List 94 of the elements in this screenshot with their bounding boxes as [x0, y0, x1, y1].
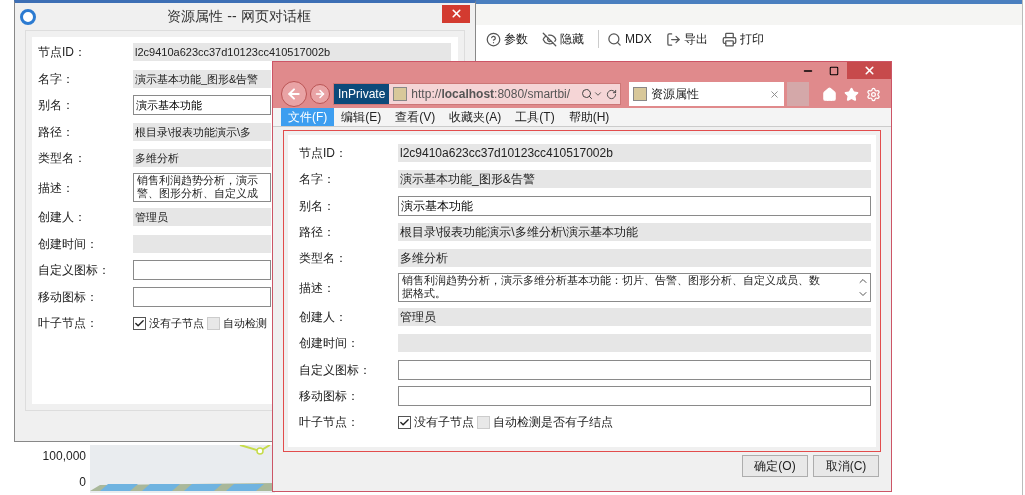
readonly-field: 管理员	[398, 307, 871, 326]
search-icon	[607, 31, 622, 47]
favorites-icon[interactable]	[844, 86, 859, 102]
field-label: 创建时间：	[299, 335, 360, 353]
tab-title: 资源属性	[651, 86, 700, 103]
toolbar-button[interactable]: 导出	[665, 30, 708, 48]
window-title: 资源属性 -- 网页对话框	[166, 7, 312, 26]
checkbox-label: 没有子节点	[414, 414, 474, 432]
readonly-field: 演示基本功能_图形&告警	[398, 170, 871, 189]
browser-tab[interactable]: 资源属性	[629, 82, 784, 106]
hide-icon	[542, 31, 557, 47]
checkbox-label: 没有子节点	[149, 316, 204, 331]
readonly-field: 演示基本功能_图形&告警	[133, 69, 271, 88]
description-line: 销售利润趋势分析，演示	[137, 174, 259, 188]
checkbox[interactable]	[398, 415, 411, 429]
field-label: 类型名：	[38, 150, 87, 168]
address-bar[interactable]: InPrivate http://localhost:8080/smartbi/	[333, 83, 621, 105]
description-field[interactable]: 销售利润趋势分析，演示多维分析基本功能：切片、告警、图形分析、自定义成员、数 据格式。	[398, 273, 871, 303]
input-field[interactable]	[398, 385, 871, 406]
maximize-icon	[829, 65, 839, 76]
home-icon[interactable]	[822, 86, 837, 102]
readonly-field: 根目录\报表功能演示\多	[133, 122, 271, 141]
field-label: 别名：	[299, 197, 336, 215]
url-text: http://localhost:8080/smartbi/	[411, 86, 572, 103]
search-icon[interactable]	[581, 88, 593, 100]
menu-item[interactable]: 帮助(H)	[561, 108, 617, 126]
field-label: 自定义图标：	[38, 262, 111, 280]
toolbar-button[interactable]: 参数	[486, 30, 528, 48]
checkbox[interactable]	[133, 316, 146, 330]
axis-label: 100,000	[42, 448, 86, 465]
field-label: 自定义图标：	[299, 361, 372, 379]
readonly-field: 管理员	[133, 208, 271, 227]
dialog-button[interactable]: 取消(C)	[813, 455, 879, 477]
readonly-field: l2c9410a623cc37d10123cc410517002b	[133, 43, 451, 62]
description-line: 警、图形分析、自定义成	[137, 187, 259, 201]
dropdown-icon[interactable]	[593, 89, 603, 99]
forward-arrow-icon	[314, 88, 326, 100]
close-tab-icon[interactable]	[769, 88, 780, 100]
close-icon	[862, 64, 876, 77]
field-label: 叶子节点：	[299, 414, 360, 432]
page-icon	[393, 87, 408, 101]
field-label: 节点ID：	[299, 145, 348, 163]
description-line: 销售利润趋势分析，演示多维分析基本功能：切片、告警、图形分析、自定义成员、数	[402, 274, 821, 288]
close-button[interactable]	[847, 62, 891, 79]
close-button[interactable]	[442, 4, 470, 23]
field-label: 移动图标：	[38, 288, 99, 306]
menu-item[interactable]: 工具(T)	[508, 108, 562, 126]
input-field[interactable]	[133, 286, 271, 307]
readonly-field: l2c9410a623cc37d10123cc410517002b	[398, 144, 871, 163]
field-label: 描述：	[38, 179, 75, 197]
menu-item[interactable]: 编辑(E)	[334, 108, 389, 126]
export-icon	[665, 31, 681, 47]
readonly-field: 根目录\报表功能演示\多维分析\演示基本功能	[398, 223, 871, 242]
field-label: 类型名：	[299, 250, 348, 268]
field-label: 移动图标：	[299, 387, 360, 405]
field-label: 路径：	[299, 224, 336, 242]
inprivate-badge: InPrivate	[334, 84, 390, 104]
axis-label: 0	[79, 474, 86, 491]
toolbar-button[interactable]: MDX	[598, 30, 652, 48]
dialog-button[interactable]: 确定(O)	[742, 455, 808, 477]
input-field[interactable]: 演示基本功能	[398, 195, 871, 216]
field-label: 创建时间：	[38, 235, 99, 253]
description-field[interactable]: 销售利润趋势分析，演示 警、图形分析、自定义成	[133, 173, 271, 203]
page-icon	[633, 87, 647, 101]
back-arrow-icon	[286, 86, 302, 102]
toolbar-button[interactable]: 打印	[721, 30, 764, 48]
field-label: 创建人：	[299, 308, 348, 326]
readonly-field: 多维分析	[133, 149, 271, 168]
settings-icon[interactable]	[866, 86, 881, 102]
menu-item[interactable]: 收藏夹(A)	[442, 108, 509, 126]
field-label: 节点ID：	[38, 44, 87, 62]
input-field[interactable]: 演示基本功能	[133, 95, 271, 116]
input-field[interactable]	[398, 359, 871, 380]
refresh-icon[interactable]	[606, 88, 617, 100]
checkbox-label: 自动检测	[223, 316, 267, 331]
field-label: 别名：	[38, 97, 75, 115]
input-field[interactable]	[133, 260, 271, 281]
close-icon	[449, 7, 463, 20]
back-button[interactable]	[281, 81, 307, 107]
checkbox-label: 自动检测是否有子结点	[493, 414, 613, 432]
printer-icon	[721, 31, 737, 47]
field-label: 名字：	[38, 70, 75, 88]
field-label: 叶子节点：	[38, 315, 99, 333]
menu-item[interactable]: 查看(V)	[388, 108, 443, 126]
help-icon	[486, 31, 501, 47]
field-label: 创建人：	[38, 209, 87, 227]
readonly-field: 多维分析	[398, 249, 871, 268]
field-label: 描述：	[299, 279, 336, 297]
field-label: 名字：	[299, 171, 336, 189]
toolbar-button[interactable]: 隐藏	[542, 30, 584, 48]
forward-button[interactable]	[310, 84, 330, 104]
field-label: 路径：	[38, 123, 75, 141]
description-line: 据格式。	[402, 287, 447, 301]
browser-icon	[20, 8, 36, 25]
